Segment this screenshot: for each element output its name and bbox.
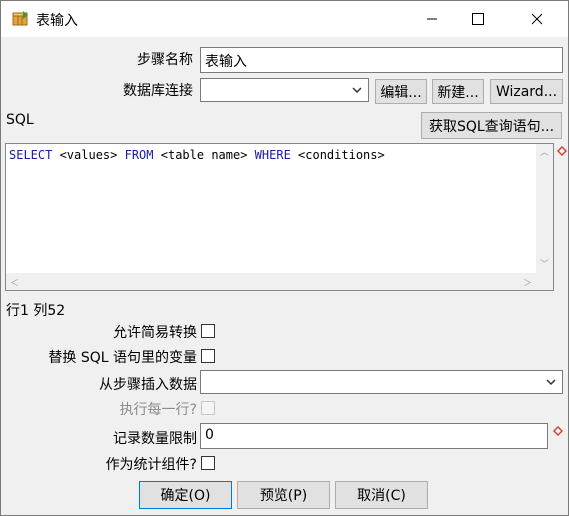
sql-text-part: <conditions> <box>290 148 385 162</box>
variable-warning-icon <box>557 146 567 156</box>
limit-input[interactable]: 0 <box>200 423 548 449</box>
sql-label: SQL <box>6 112 34 128</box>
window-title: 表输入 <box>36 13 78 29</box>
close-icon <box>531 13 543 25</box>
horizontal-scrollbar[interactable]: ＜ ＞ <box>6 273 536 290</box>
lazy-conversion-checkbox[interactable] <box>201 324 215 338</box>
get-sql-button[interactable]: 获取SQL查询语句... <box>421 112 562 139</box>
table-input-icon <box>12 10 29 27</box>
maximize-icon <box>472 13 484 25</box>
scroll-up-icon[interactable]: ︿ <box>540 145 549 158</box>
sql-keyword: WHERE <box>254 148 291 162</box>
lazy-conversion-label: 允许简易转换 <box>113 325 197 341</box>
preview-button[interactable]: 预览(P) <box>237 481 330 509</box>
step-name-input[interactable]: 表输入 <box>200 47 563 73</box>
sql-keyword: SELECT <box>9 148 53 162</box>
edit-connection-button[interactable]: 编辑... <box>375 79 427 104</box>
wizard-button[interactable]: Wizard... <box>490 79 563 104</box>
replace-variables-label: 替换 SQL 语句里的变量 <box>48 350 197 366</box>
db-connection-select[interactable] <box>200 78 369 102</box>
db-connection-label: 数据库连接 <box>123 83 193 99</box>
stats-component-checkbox[interactable] <box>201 456 215 470</box>
variable-warning-icon <box>553 426 563 436</box>
sql-text-part: <table name> <box>153 148 255 162</box>
ok-button[interactable]: 确定(O) <box>139 481 232 509</box>
limit-label: 记录数量限制 <box>113 431 197 447</box>
chevron-down-icon <box>546 379 556 386</box>
sql-editor[interactable]: SELECT <values> FROM <table name> WHERE … <box>5 143 554 291</box>
scroll-left-icon[interactable]: ＜ <box>10 276 19 289</box>
step-name-value: 表输入 <box>205 54 247 70</box>
maximize-button[interactable] <box>455 1 501 37</box>
new-connection-button[interactable]: 新建... <box>432 79 484 104</box>
vertical-scrollbar[interactable]: ︿ ﹀ <box>536 144 553 273</box>
cursor-position: 行1 列52 <box>6 303 66 319</box>
insert-from-step-label: 从步骤插入数据 <box>99 377 197 393</box>
insert-from-step-value <box>201 371 562 374</box>
insert-from-step-select[interactable] <box>200 370 563 394</box>
scroll-right-icon[interactable]: ＞ <box>523 276 532 289</box>
sql-text-part: <values> <box>52 148 125 162</box>
sql-text: SELECT <values> FROM <table name> WHERE … <box>9 148 385 162</box>
stats-component-label: 作为统计组件? <box>105 457 197 473</box>
replace-variables-checkbox[interactable] <box>201 349 215 363</box>
step-name-label: 步骤名称 <box>137 52 193 68</box>
execute-each-row-label: 执行每一行? <box>119 402 197 418</box>
scroll-down-icon[interactable]: ﹀ <box>540 257 549 270</box>
execute-each-row-checkbox[interactable] <box>201 401 215 415</box>
chevron-down-icon <box>352 87 362 94</box>
minimize-icon <box>427 18 437 20</box>
db-connection-value <box>201 79 368 82</box>
scrollbar-corner <box>536 273 553 290</box>
minimize-button[interactable] <box>409 1 455 37</box>
cancel-button[interactable]: 取消(C) <box>335 481 428 509</box>
sql-keyword: FROM <box>124 148 154 162</box>
limit-value: 0 <box>205 427 214 443</box>
close-button[interactable] <box>514 1 560 37</box>
